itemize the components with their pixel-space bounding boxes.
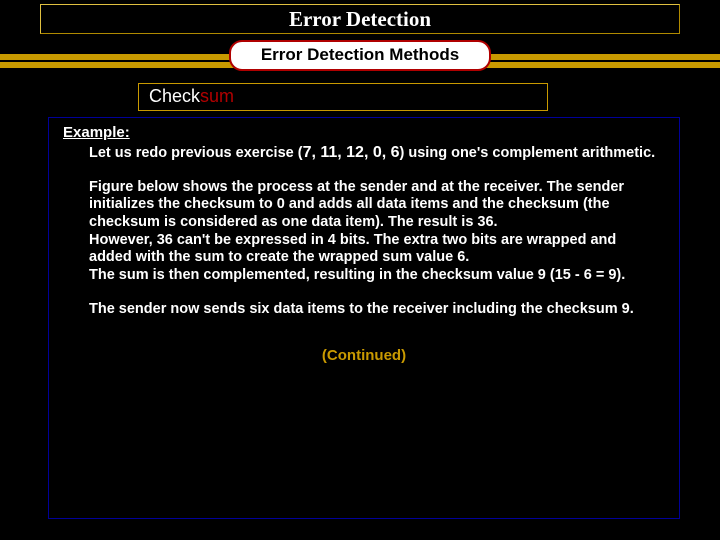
content-box: Example: Let us redo previous exercise (…	[48, 117, 680, 519]
subtitle-pill: Error Detection Methods	[229, 40, 491, 71]
subtitle-row: Error Detection Methods	[0, 40, 720, 71]
p1-lead: Let us redo previous exercise (	[89, 145, 303, 161]
subtitle-text: Error Detection Methods	[261, 45, 459, 64]
paragraph-3: The sender now sends six data items to t…	[89, 301, 661, 319]
slide-title: Error Detection	[289, 7, 431, 32]
p1-numbers: 7, 11, 12, 0, 6	[303, 144, 400, 161]
section-text-pre: Check	[149, 86, 200, 106]
example-label: Example:	[63, 124, 665, 141]
paragraph-1: Let us redo previous exercise (7, 11, 12…	[89, 143, 661, 163]
continued-label: (Continued)	[63, 347, 665, 364]
section-text-accent: sum	[200, 86, 234, 106]
title-bar: Error Detection	[40, 4, 680, 34]
section-chip: Checksum	[138, 83, 548, 111]
paragraph-2: Figure below shows the process at the se…	[89, 179, 661, 285]
p1-tail: ) using one's complement arithmetic.	[400, 145, 656, 161]
